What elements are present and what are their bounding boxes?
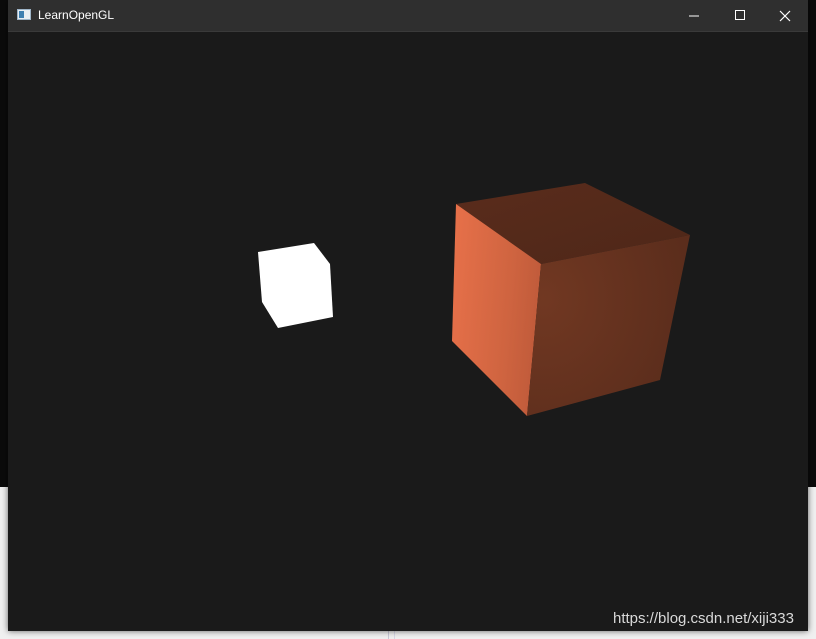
minimize-icon: [688, 15, 699, 17]
maximize-button[interactable]: [717, 0, 763, 31]
title-bar[interactable]: LearnOpenGL: [8, 0, 808, 32]
light-cube: [258, 243, 333, 328]
app-icon: [17, 9, 31, 20]
window-title: LearnOpenGL: [38, 8, 115, 22]
close-icon: [779, 10, 791, 21]
app-window: LearnOpenGL: [8, 0, 808, 631]
maximize-icon: [734, 10, 745, 20]
scene-canvas: [258, 183, 690, 416]
close-button[interactable]: [762, 0, 808, 31]
minimize-button[interactable]: [671, 0, 717, 31]
render-viewport[interactable]: [8, 32, 808, 631]
watermark-url: https://blog.csdn.net/xiji333: [613, 610, 794, 627]
object-cube-right-face: [527, 235, 690, 416]
